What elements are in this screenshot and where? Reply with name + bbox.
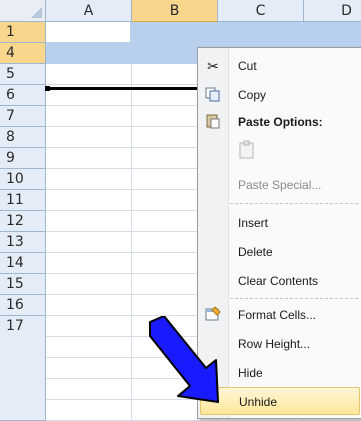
menu-item-insert[interactable]: Insert	[198, 209, 361, 237]
menu-separator	[230, 203, 358, 204]
menu-item-clear-contents[interactable]: Clear Contents	[198, 267, 361, 295]
menu-item-copy[interactable]: Copy	[198, 81, 361, 109]
column-header-b[interactable]: B	[132, 0, 218, 22]
column-header-c[interactable]: C	[218, 0, 304, 22]
menu-item-paste-options: Paste Options:	[198, 108, 361, 136]
row-header-5[interactable]: 5	[0, 64, 46, 85]
row-header-7[interactable]: 7	[0, 106, 46, 127]
menu-item-paste-special[interactable]: Paste Special...	[198, 171, 361, 199]
row-header-14[interactable]: 14	[0, 253, 46, 274]
row-header-10[interactable]: 10	[0, 169, 46, 190]
active-cell[interactable]	[46, 22, 130, 42]
copy-icon	[204, 86, 222, 104]
spreadsheet: A B C D 1 4 5 6 7 8 9 10 11 12 13 14 15 …	[0, 0, 361, 421]
row-header-16[interactable]: 16	[0, 295, 46, 316]
hidden-rows-border	[46, 87, 199, 90]
column-header-d[interactable]: D	[304, 0, 361, 22]
row-header-17[interactable]: 17	[0, 316, 46, 421]
row-header-15[interactable]: 15	[0, 274, 46, 295]
menu-item-delete[interactable]: Delete	[198, 238, 361, 266]
fill-handle[interactable]	[45, 86, 50, 91]
row-header-8[interactable]: 8	[0, 127, 46, 148]
row-header-6[interactable]: 6	[0, 85, 46, 106]
row-header-4[interactable]: 4	[0, 43, 46, 64]
scissors-icon: ✂	[207, 58, 219, 74]
row-header-9[interactable]: 9	[0, 148, 46, 169]
row-header-13[interactable]: 13	[0, 232, 46, 253]
menu-item-cut[interactable]: ✂ Cut	[198, 52, 361, 80]
menu-separator	[230, 298, 358, 299]
row-header-1[interactable]: 1	[0, 22, 46, 43]
column-header-a[interactable]: A	[46, 0, 132, 22]
select-all-corner[interactable]	[0, 0, 46, 22]
paste-button[interactable]	[198, 136, 361, 166]
row-header-11[interactable]: 11	[0, 190, 46, 211]
pointer-arrow-icon	[149, 316, 219, 403]
clipboard-icon	[204, 113, 222, 131]
row-header-12[interactable]: 12	[0, 211, 46, 232]
paste-icon	[238, 140, 256, 159]
